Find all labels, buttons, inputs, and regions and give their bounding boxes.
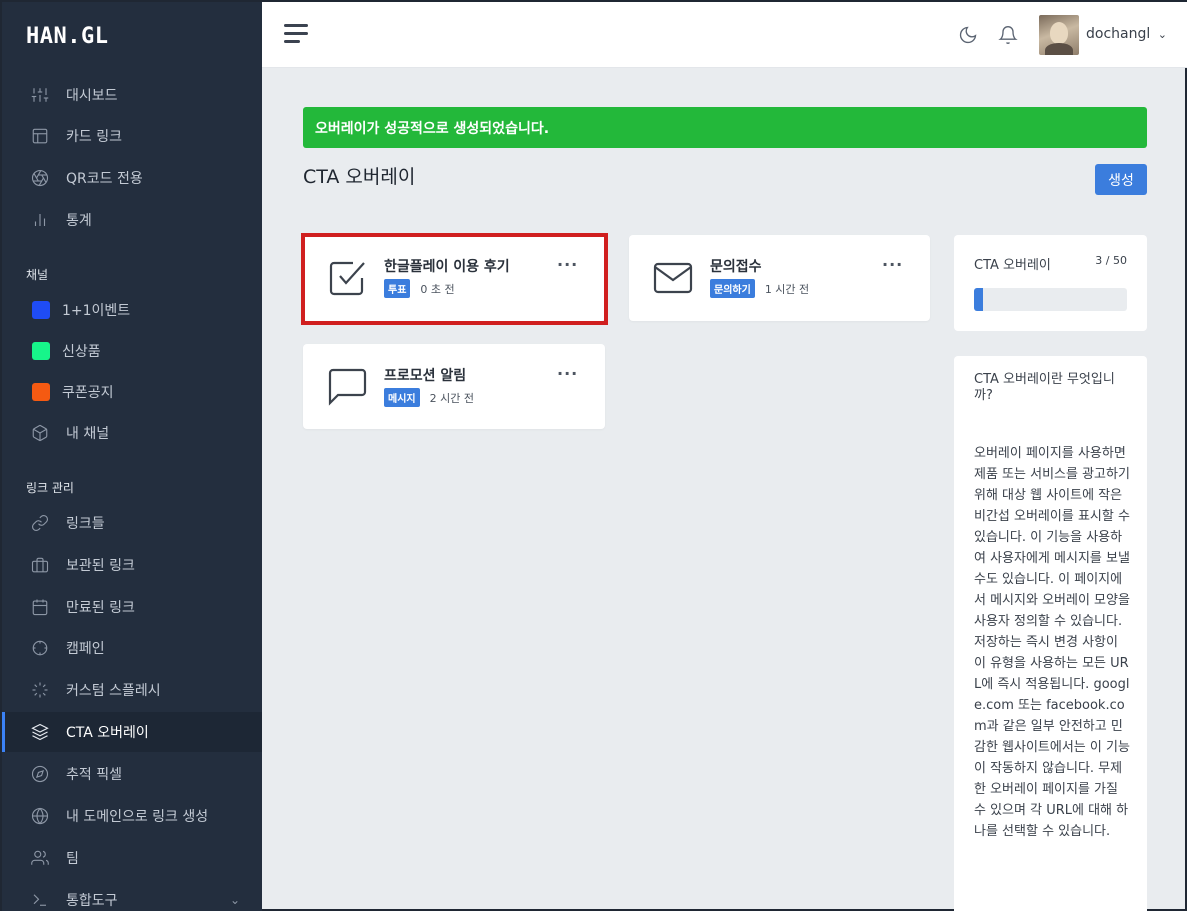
- layers-icon: [30, 722, 50, 742]
- sidebar-item-stats[interactable]: 통계: [2, 200, 262, 240]
- sidebar-item-channel[interactable]: 쿠폰공지: [2, 372, 262, 412]
- usage-progress-bar: [974, 288, 1127, 311]
- sidebar-item-label: 만료된 링크: [66, 600, 135, 616]
- sidebar-item-splash[interactable]: 커스텀 스플레시: [2, 670, 262, 710]
- sidebar-item-pixel[interactable]: 추적 픽셀: [2, 754, 262, 794]
- users-icon: [30, 848, 50, 868]
- sidebar-item-campaign[interactable]: 캠페인: [2, 628, 262, 668]
- overlay-card[interactable]: 프로모션 알림 메시지 2 시간 전 ···: [303, 344, 605, 429]
- overlay-title: 한글플레이 이용 후기: [384, 259, 510, 275]
- type-badge: 메시지: [384, 388, 420, 407]
- avatar[interactable]: [1039, 15, 1079, 55]
- briefcase-icon: [30, 555, 50, 575]
- topbar: dochangl ⌄: [262, 2, 1187, 68]
- sidebar-item-archived[interactable]: 보관된 링크: [2, 545, 262, 585]
- mail-icon: [652, 257, 694, 299]
- sidebar-item-label: 1+1이벤트: [62, 303, 131, 319]
- sidebar-item-label: 보관된 링크: [66, 558, 135, 574]
- sidebar-item-channel[interactable]: 신상품: [2, 331, 262, 371]
- more-options-button[interactable]: ···: [882, 255, 903, 274]
- sliders-icon: [30, 85, 50, 105]
- usage-card: CTA 오버레이 3 / 50: [954, 235, 1147, 331]
- usage-count: 3 / 50: [1095, 254, 1127, 267]
- sidebar-item-label: 내 도메인으로 링크 생성: [66, 809, 209, 825]
- check-square-icon: [326, 257, 368, 299]
- overlay-card[interactable]: 문의접수 문의하기 1 시간 전 ···: [629, 235, 930, 321]
- timestamp: 2 시간 전: [429, 391, 474, 405]
- info-body: 오버레이 페이지를 사용하면 제품 또는 서비스를 광고하기 위해 대상 웹 사…: [974, 446, 1130, 839]
- overlay-card[interactable]: 한글플레이 이용 후기 투표 0 초 전 ···: [303, 235, 605, 321]
- sidebar-item-my-channel[interactable]: 내 채널: [2, 413, 262, 453]
- chevron-down-icon: ⌄: [229, 893, 240, 907]
- type-badge: 투표: [384, 279, 411, 298]
- more-options-button[interactable]: ···: [557, 364, 578, 383]
- section-label-links: 링크 관리: [26, 481, 74, 495]
- sidebar-item-label: 통합도구: [66, 893, 118, 909]
- info-title: CTA 오버레이란 무엇입니까?: [974, 372, 1115, 403]
- sidebar-item-label: 카드 링크: [66, 129, 122, 145]
- sidebar-item-label: 신상품: [62, 344, 101, 360]
- sidebar-item-label: 대시보드: [66, 88, 118, 104]
- username: dochangl: [1086, 26, 1151, 42]
- sidebar-item-label: 링크들: [66, 516, 105, 532]
- success-alert: 오버레이가 성공적으로 생성되었습니다.: [303, 107, 1147, 148]
- sidebar-item-expired[interactable]: 만료된 링크: [2, 587, 262, 627]
- sidebar: HAN.GL 대시보드 카드 링크 QR코드 전용 통계 채널 1+1이벤트 신…: [2, 2, 262, 911]
- timestamp: 1 시간 전: [764, 282, 810, 296]
- chevron-down-icon: ⌄: [1157, 28, 1167, 41]
- package-icon: [30, 423, 50, 443]
- sidebar-item-label: 팀: [66, 851, 79, 867]
- sidebar-item-label: 추적 픽셀: [66, 767, 122, 783]
- terminal-icon: [30, 890, 50, 910]
- timestamp: 0 초 전: [420, 282, 455, 296]
- sidebar-item-label: 캠페인: [66, 641, 105, 657]
- sidebar-item-card-link[interactable]: 카드 링크: [2, 116, 262, 156]
- app-logo[interactable]: HAN.GL: [26, 24, 108, 49]
- sidebar-item-team[interactable]: 팀: [2, 838, 262, 878]
- sidebar-item-label: CTA 오버레이: [66, 725, 149, 741]
- channel-color-swatch: [32, 383, 50, 401]
- sidebar-item-channel[interactable]: 1+1이벤트: [2, 290, 262, 330]
- sidebar-item-label: 내 채널: [66, 426, 110, 442]
- overlay-title: 프로모션 알림: [384, 368, 467, 384]
- sidebar-item-label: 쿠폰공지: [62, 385, 114, 401]
- loader-icon: [30, 680, 50, 700]
- sidebar-item-dashboard[interactable]: 대시보드: [2, 75, 262, 115]
- section-label-channels: 채널: [26, 268, 49, 282]
- usage-progress-fill: [974, 288, 984, 311]
- sidebar-item-qr[interactable]: QR코드 전용: [2, 158, 262, 198]
- sidebar-item-integrations[interactable]: 통합도구 ⌄: [2, 880, 262, 911]
- sidebar-item-label: 통계: [66, 213, 92, 229]
- link-icon: [30, 513, 50, 533]
- crosshair-icon: [30, 638, 50, 658]
- channel-color-swatch: [32, 301, 50, 319]
- usage-title: CTA 오버레이: [974, 258, 1051, 273]
- bell-icon[interactable]: [998, 25, 1018, 45]
- sidebar-item-domain[interactable]: 내 도메인으로 링크 생성: [2, 796, 262, 836]
- overlay-title: 문의접수: [710, 259, 762, 275]
- aperture-icon: [30, 168, 50, 188]
- channel-color-swatch: [32, 342, 50, 360]
- globe-icon: [30, 806, 50, 826]
- sidebar-item-cta-overlay[interactable]: CTA 오버레이: [2, 712, 262, 752]
- bar-chart-icon: [30, 210, 50, 230]
- sidebar-item-label: 커스텀 스플레시: [66, 683, 161, 699]
- create-button[interactable]: 생성: [1095, 164, 1147, 195]
- layout-icon: [30, 126, 50, 146]
- compass-icon: [30, 764, 50, 784]
- type-badge: 문의하기: [710, 279, 755, 298]
- calendar-icon: [30, 597, 50, 617]
- user-menu[interactable]: dochangl ⌄: [1086, 26, 1167, 42]
- page-title: CTA 오버레이: [303, 166, 416, 188]
- sidebar-item-links[interactable]: 링크들: [2, 503, 262, 543]
- moon-icon[interactable]: [958, 25, 978, 45]
- info-card: CTA 오버레이란 무엇입니까? 오버레이 페이지를 사용하면 제품 또는 서비…: [954, 356, 1147, 911]
- more-options-button[interactable]: ···: [557, 255, 578, 274]
- menu-toggle-button[interactable]: [284, 24, 310, 44]
- sidebar-item-label: QR코드 전용: [66, 171, 143, 187]
- message-square-icon: [326, 366, 368, 408]
